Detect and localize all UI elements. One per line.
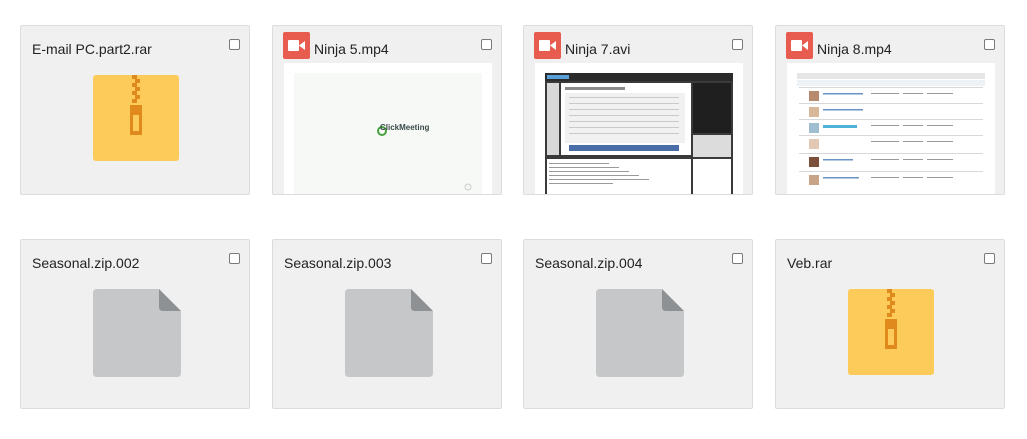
file-card-seasonal-003[interactable]: Seasonal.zip.003 [272, 239, 502, 409]
file-name: Veb.rar [787, 255, 833, 271]
generic-file-icon [345, 289, 433, 377]
file-card-seasonal-002[interactable]: Seasonal.zip.002 [20, 239, 250, 409]
select-checkbox[interactable] [229, 253, 240, 264]
file-name: Ninja 7.avi [565, 41, 631, 57]
select-checkbox[interactable] [732, 253, 743, 264]
generic-file-icon [596, 289, 684, 377]
thumbnail-logo-text: ClickMeeting [380, 123, 430, 132]
generic-file-icon [93, 289, 181, 377]
video-camera-icon [786, 32, 813, 59]
file-card-ninja-5[interactable]: Ninja 5.mp4 ClickMeeting [272, 25, 502, 195]
video-thumbnail [787, 63, 995, 194]
select-checkbox[interactable] [732, 39, 743, 50]
file-card-ninja-7[interactable]: Ninja 7.avi [523, 25, 753, 195]
zip-icon [848, 289, 934, 375]
zip-icon [93, 75, 179, 161]
file-name: Seasonal.zip.002 [32, 255, 140, 271]
file-card-seasonal-004[interactable]: Seasonal.zip.004 [523, 239, 753, 409]
video-thumbnail: ClickMeeting [284, 63, 492, 194]
file-card-ninja-8[interactable]: Ninja 8.mp4 [775, 25, 1005, 195]
video-camera-icon [534, 32, 561, 59]
select-checkbox[interactable] [984, 253, 995, 264]
file-card-email-pc-part2[interactable]: E-mail PC.part2.rar [20, 25, 250, 195]
file-name: Ninja 8.mp4 [817, 41, 892, 57]
file-card-veb-rar[interactable]: Veb.rar [775, 239, 1005, 409]
video-camera-icon [283, 32, 310, 59]
video-thumbnail [535, 63, 743, 194]
file-name: Seasonal.zip.003 [284, 255, 392, 271]
file-name: E-mail PC.part2.rar [32, 41, 152, 57]
file-name: Seasonal.zip.004 [535, 255, 643, 271]
select-checkbox[interactable] [481, 253, 492, 264]
select-checkbox[interactable] [984, 39, 995, 50]
select-checkbox[interactable] [481, 39, 492, 50]
select-checkbox[interactable] [229, 39, 240, 50]
file-name: Ninja 5.mp4 [314, 41, 389, 57]
